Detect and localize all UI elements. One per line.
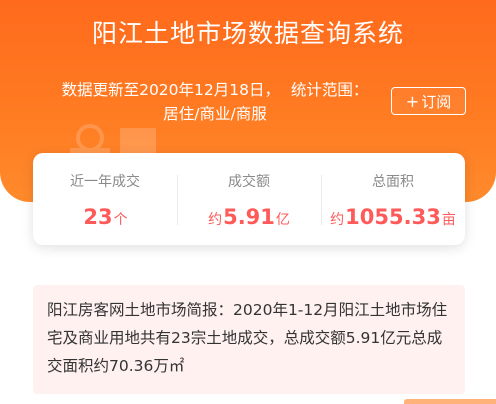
stat-label: 近一年成交	[70, 174, 140, 190]
stat-total-area: 总面积 约1055.33亩	[321, 153, 465, 245]
stat-number: 1055.33	[345, 205, 441, 229]
stat-unit: 个	[113, 212, 128, 228]
page-title: 阳江土地市场数据查询系统	[91, 19, 404, 48]
stat-label: 成交额	[228, 174, 270, 190]
plus-icon: +	[405, 91, 420, 111]
stat-value: 约1055.33亩	[321, 205, 465, 229]
stat-deal-count: 近一年成交 23个	[33, 153, 177, 245]
stat-label: 总面积	[372, 174, 414, 190]
stat-prefix: 约	[208, 212, 223, 228]
stat-number: 5.91	[223, 205, 275, 229]
update-date: 2020年12月18日，	[139, 81, 280, 99]
scope-value: 居住/商业/商服	[163, 105, 267, 123]
bottom-tab-edge	[404, 399, 496, 404]
stat-number: 23	[83, 205, 113, 229]
stat-deal-amount: 成交额 约5.91亿	[177, 153, 321, 245]
stat-prefix: 约	[330, 212, 345, 228]
subscribe-label: 订阅	[421, 92, 452, 111]
market-brief: 阳江房客网土地市场简报：2020年1-12月阳江土地市场住宅及商业用地共有23宗…	[33, 285, 465, 394]
subscribe-button[interactable]: + 订阅	[391, 87, 466, 115]
stat-value: 约5.91亿	[177, 205, 321, 229]
update-prefix: 数据更新至	[61, 81, 140, 99]
stat-value: 23个	[33, 205, 177, 229]
stats-card: 近一年成交 23个 成交额 约5.91亿 总面积 约1055.33亩	[33, 153, 465, 245]
scope-label: 统计范围：	[290, 81, 369, 99]
stat-unit: 亿	[275, 212, 290, 228]
update-info: 数据更新至2020年12月18日， 统计范围： 居住/商业/商服	[40, 78, 390, 126]
stat-unit: 亩	[441, 212, 456, 228]
